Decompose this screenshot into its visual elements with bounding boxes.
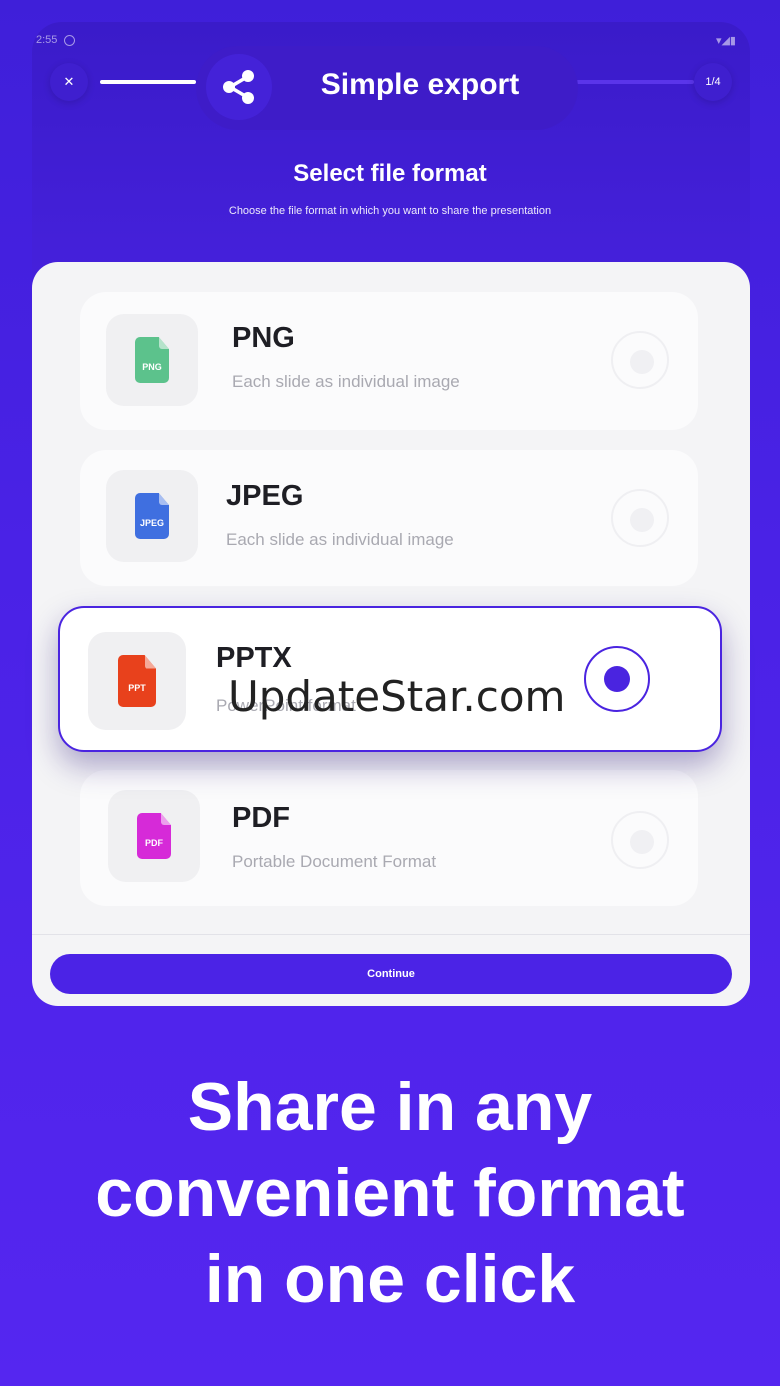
page-title: Simple export — [320, 68, 520, 101]
progress-line-remaining — [576, 80, 694, 84]
close-button[interactable]: ✕ — [50, 63, 88, 101]
format-option-png[interactable]: PNG PNG Each slide as individual image — [80, 292, 698, 430]
format-name: PDF — [232, 802, 290, 834]
radio-icon-selected[interactable] — [584, 646, 650, 712]
share-icon — [223, 70, 254, 104]
png-icon-label: PNG — [142, 362, 162, 372]
tagline-line-2: convenient format — [95, 1155, 685, 1231]
pdf-icon-label: PDF — [145, 838, 163, 848]
format-description: Each slide as individual image — [226, 530, 454, 549]
pptx-icon-box: PPT — [88, 632, 186, 730]
status-time: 2:55 — [36, 34, 58, 46]
pdf-icon-box: PDF — [108, 790, 200, 882]
pptx-file-icon: PPT — [118, 655, 156, 707]
png-file-icon: PNG — [135, 337, 169, 383]
section-subtitle: Choose the file format in which you want… — [228, 205, 552, 217]
close-icon: ✕ — [63, 74, 75, 89]
jpeg-icon-box: JPEG — [106, 470, 198, 562]
jpeg-file-icon: JPEG — [135, 493, 169, 539]
format-option-jpeg[interactable]: JPEG JPEG Each slide as individual image — [80, 450, 698, 586]
card-divider — [32, 934, 750, 935]
radio-icon[interactable] — [611, 331, 669, 389]
png-icon-box: PNG — [106, 314, 198, 406]
format-name: PPTX — [216, 642, 292, 674]
pptx-icon-label: PPT — [128, 683, 146, 693]
tagline: Share in any convenient format in one cl… — [0, 1064, 780, 1322]
share-icon-circle — [206, 54, 272, 120]
tagline-line-3: in one click — [204, 1241, 576, 1317]
format-description: Portable Document Format — [232, 852, 437, 871]
step-indicator: 1/4 — [694, 63, 732, 101]
step-label: 1/4 — [705, 76, 721, 88]
section-title: Select file format — [293, 160, 487, 187]
format-name: JPEG — [226, 480, 304, 512]
watermark-text: UpdateStar.com — [228, 672, 566, 721]
pdf-file-icon: PDF — [137, 813, 171, 859]
status-settings-icon — [64, 35, 75, 46]
continue-button[interactable]: Continue — [50, 954, 732, 994]
radio-icon[interactable] — [611, 811, 669, 869]
progress-line-done — [100, 80, 196, 84]
tagline-line-1: Share in any — [187, 1069, 593, 1145]
status-icons: ▾◢▮ — [715, 35, 736, 47]
jpeg-icon-label: JPEG — [139, 518, 164, 528]
format-description: Each slide as individual image — [232, 372, 460, 391]
format-name: PNG — [232, 322, 295, 354]
radio-icon[interactable] — [611, 489, 669, 547]
format-option-pdf[interactable]: PDF PDF Portable Document Format — [80, 770, 698, 906]
